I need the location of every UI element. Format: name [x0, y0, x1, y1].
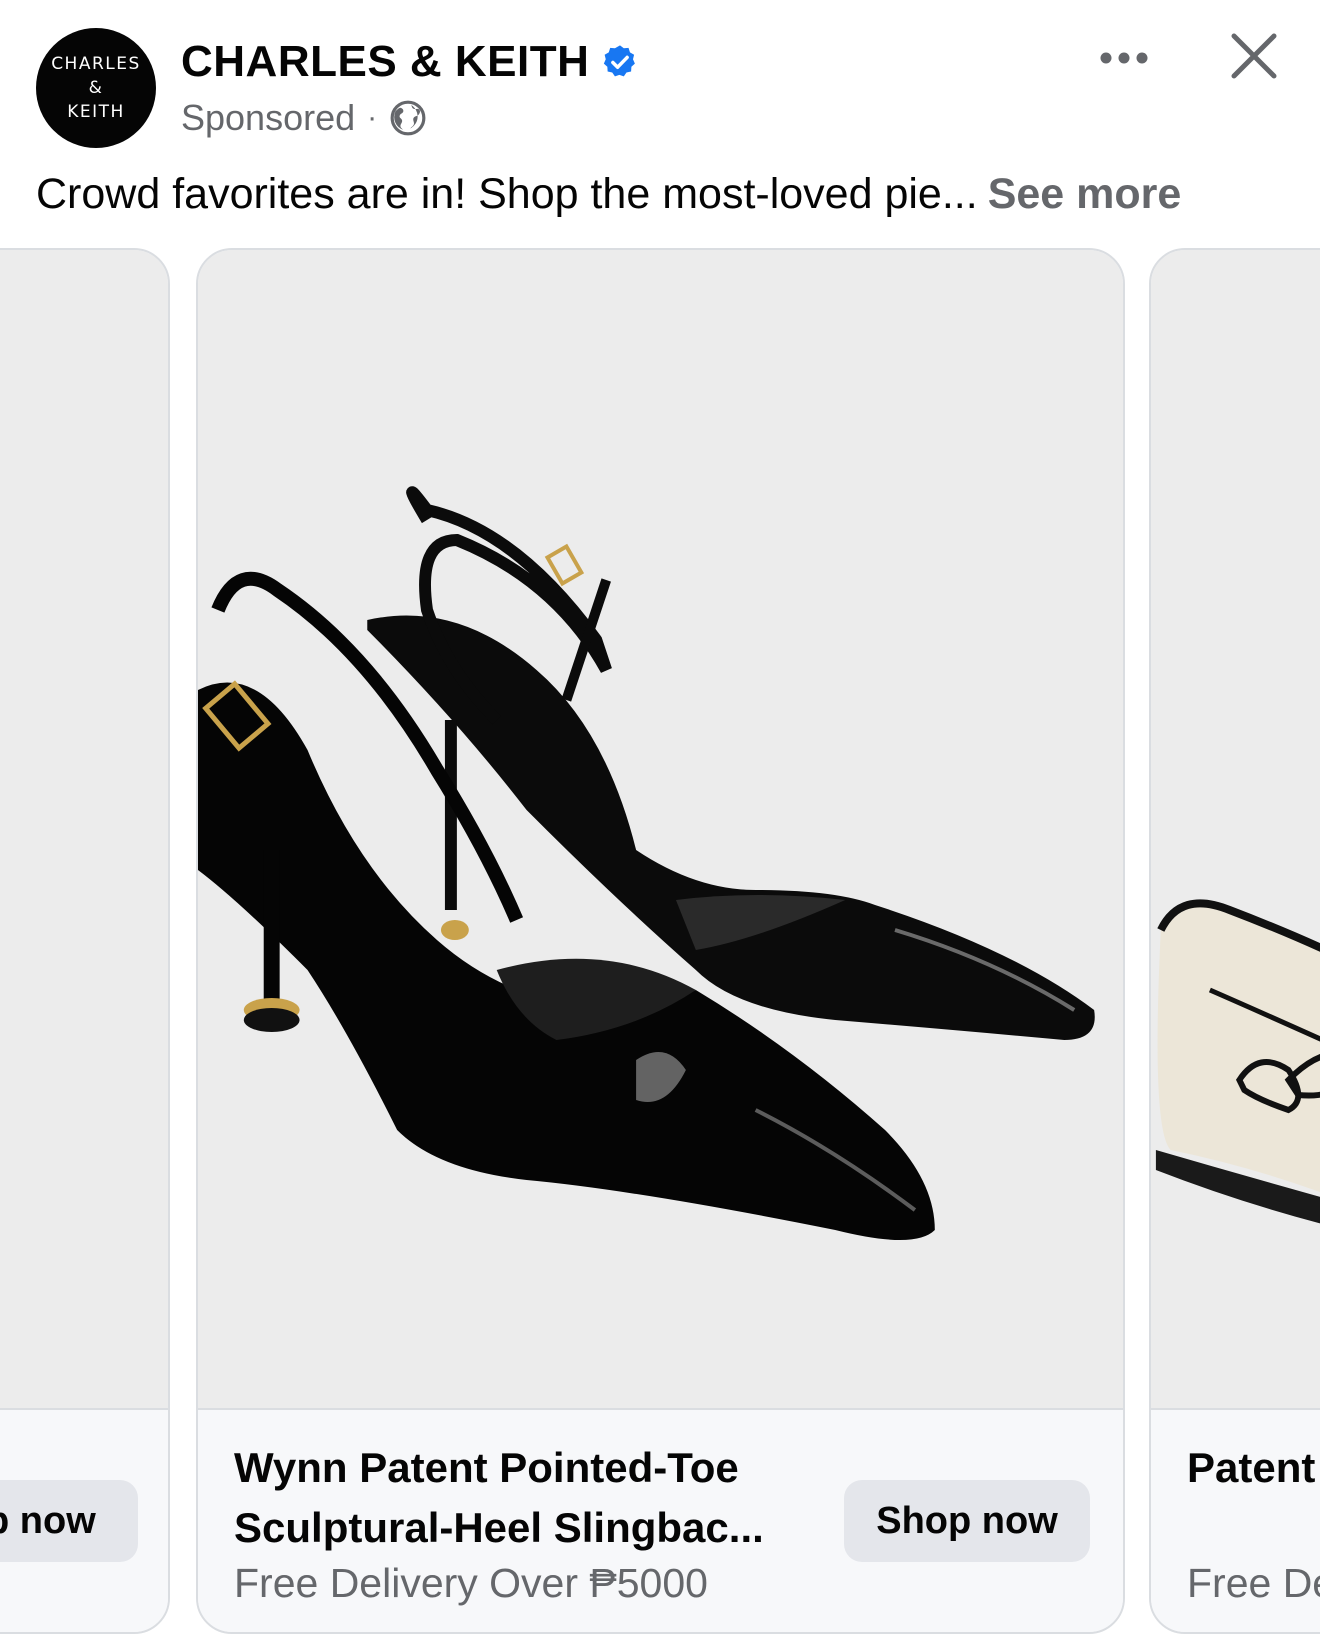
verified-badge-icon — [604, 45, 636, 77]
brand-avatar[interactable]: CHARLES & KEITH — [36, 28, 156, 148]
card-footer: Patent Pointed Free Delivery — [1151, 1408, 1320, 1632]
carousel-card-main[interactable]: Wynn Patent Pointed-Toe Sculptural-Heel … — [196, 248, 1125, 1634]
card-footer: Wynn Patent Pointed-Toe Sculptural-Heel … — [198, 1408, 1123, 1632]
cream-flat-shoe-image — [1155, 899, 1320, 1224]
card-footer: Shop now — [0, 1408, 168, 1632]
more-options-button[interactable] — [1092, 38, 1156, 78]
product-image-next[interactable] — [1151, 250, 1320, 1408]
product-image[interactable] — [198, 250, 1123, 1408]
sponsored-label[interactable]: Sponsored — [181, 97, 355, 139]
slingback-shoes-image — [198, 486, 1095, 1240]
caption-text: Crowd favorites are in! Shop the most-lo… — [36, 170, 978, 218]
product-image-previous[interactable] — [0, 250, 168, 1408]
product-title[interactable]: Wynn Patent Pointed-Toe Sculptural-Heel … — [234, 1438, 834, 1558]
avatar-text-line1: CHARLES — [51, 54, 141, 74]
carousel-card-previous[interactable]: Shop now — [0, 248, 170, 1634]
carousel-card-next[interactable]: Patent Pointed Free Delivery — [1149, 248, 1320, 1634]
brand-name[interactable]: CHARLES & KEITH — [181, 37, 589, 87]
globe-icon — [390, 100, 426, 136]
product-title[interactable]: Patent Pointed — [1187, 1438, 1320, 1498]
product-subtitle: Free Delivery — [1187, 1560, 1320, 1606]
see-more-link[interactable]: See more — [988, 170, 1182, 218]
shop-now-button[interactable]: Shop now — [844, 1480, 1090, 1562]
close-icon[interactable] — [1226, 28, 1282, 84]
post-meta: Sponsored · — [181, 95, 427, 141]
brand-row: CHARLES & KEITH — [181, 36, 639, 88]
post-caption: Crowd favorites are in! Shop the most-lo… — [36, 170, 1181, 219]
avatar-text-line2: & — [88, 78, 104, 98]
more-dots-icon — [1100, 52, 1148, 64]
product-subtitle: Free Delivery Over ₱5000 — [234, 1560, 708, 1606]
meta-separator: · — [367, 101, 378, 134]
avatar-text-line3: KEITH — [67, 102, 125, 122]
shop-now-button[interactable]: Shop now — [0, 1480, 138, 1562]
